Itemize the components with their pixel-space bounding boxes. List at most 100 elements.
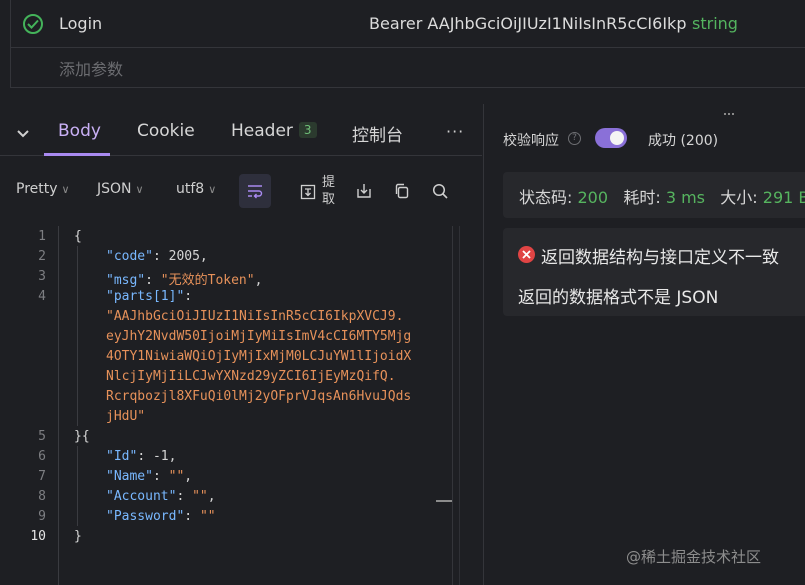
line-number: 3 [38,269,46,284]
response-body-panel: Body Cookie Header 3 控制台 ··· Pretty ∨ JSON… [0,104,482,585]
json-punct: , [254,273,263,288]
line-number: 2 [38,249,46,264]
params-table: Login Bearer AAJhbGciOiJIUzI1NiIsInR5cCI… [10,0,805,88]
tab-header[interactable]: Header 3 [231,121,317,141]
copy-icon[interactable] [394,183,410,203]
error-icon [518,246,535,263]
error-detail: 返回的数据格式不是 JSON [518,288,719,308]
help-icon[interactable]: ? [568,132,581,145]
json-punct: , [184,469,193,484]
code-line: Rcrqbozjl8XFuQi0lMj2yOFprVJqsAn6HvuJQds [106,389,412,404]
json-key: "code" [106,249,153,264]
indent-guide [77,446,78,526]
validation-error: 返回数据结构与接口定义不一致 返回的数据格式不是 JSON [503,228,805,316]
pretty-label: Pretty [16,181,58,197]
code-line: "AAJhbGciOiJIUzI1NiIsInR5cCI6IkpXVCJ9. [106,309,404,324]
scroll-position-marker [436,500,452,502]
extract-label: 提取 [322,175,336,207]
code-line: }{ [74,429,90,444]
error-title: 返回数据结构与接口定义不一致 [541,248,779,268]
line-number: 7 [38,469,46,484]
extract-icon [300,184,316,200]
tab-console[interactable]: 控制台 [352,121,403,146]
code-line: } [74,529,82,544]
json-key: "Name" [106,469,153,484]
wrap-icon [248,185,263,199]
tab-body[interactable]: Body [58,121,101,141]
gutter-divider [58,226,59,585]
line-number: 10 [30,529,46,544]
code-line: "Account": "", [106,489,216,504]
code-line: eyJhY2NvdW50IjoiMjIyMiIsImV4cCI6MTY5Mjg [106,329,412,344]
body-toolbar: Pretty ∨ JSON ∨ utf8 ∨ 提取 [0,156,482,226]
time-value: 3 ms [665,188,705,207]
status-code-value: 200 [577,188,609,207]
json-key: "Id" [106,449,138,464]
code-line: { [74,229,82,244]
json-punct: , [207,489,216,504]
add-param-placeholder[interactable]: 添加参数 [59,56,123,80]
code-editor[interactable]: 1 {2 "code": 2005, 3 "msg": "无效的Token", 4 "par… [0,226,460,585]
check-circle-icon[interactable] [23,14,43,34]
code-line: NlcjIyMjIiLCJwYXNzd29yZCI6IjEyMzQifQ. [106,369,396,384]
encoding-label: utf8 [176,181,205,197]
validate-response-label: 校验响应 [503,133,559,149]
param-type[interactable]: string [692,14,738,33]
param-key[interactable]: Login [59,14,102,33]
param-value[interactable]: Bearer AAJhbGciOiJIUzI1NiIsInR5cCI6Ikp [369,14,687,33]
format-label: JSON [97,181,132,197]
json-key: "Account" [106,489,177,504]
line-number: 6 [38,449,46,464]
json-value: "" [199,509,216,524]
json-key: "parts[1]" [106,289,185,304]
code-line: "msg": "无效的Token", [106,273,263,288]
download-icon[interactable] [356,183,372,203]
line-number: 8 [38,489,46,504]
line-number: 4 [38,289,46,304]
json-value: 2005, [168,249,208,264]
code-line: "Name": "", [106,469,193,484]
json-value: -1, [152,449,177,464]
tab-cookie[interactable]: Cookie [137,121,195,141]
encoding-select[interactable]: utf8 ∨ [176,181,216,197]
response-stats: 状态码: 200 耗时: 3 ms 大小: 291 B [503,172,805,218]
code-line: jHdU" [106,409,146,424]
size-value: 291 B [762,188,805,207]
status-code-label: 状态码: [519,188,573,207]
search-icon[interactable] [432,183,448,203]
code-line: "code": 2005, [106,249,208,264]
validation-status: 成功 (200) [648,133,719,149]
chevron-down-icon: ∨ [61,183,70,196]
validation-panel: 校验响应 ? 成功 (200) 状态码: 200 耗时: 3 ms 大小: 29… [483,104,805,585]
line-number: 5 [38,429,46,444]
vertical-scrollbar[interactable] [452,226,453,585]
more-icon[interactable]: ··· [446,122,464,141]
response-tabs: Body Cookie Header 3 控制台 ··· [0,104,482,156]
code-line: "Password": "" [106,509,216,524]
word-wrap-button[interactable] [239,174,271,208]
watermark: @稀土掘金技术社区 [626,548,762,566]
validate-toggle[interactable] [595,128,627,148]
pretty-select[interactable]: Pretty ∨ [16,181,70,197]
time-label: 耗时: [623,188,661,207]
param-row-login[interactable]: Login Bearer AAJhbGciOiJIUzI1NiIsInR5cCI… [11,0,805,48]
header-count-badge: 3 [298,122,317,138]
json-value: "" [192,489,208,504]
line-number: 9 [38,509,46,524]
chevron-down-icon[interactable] [16,124,30,143]
json-key: "Password" [106,509,185,524]
chevron-down-icon: ∨ [135,183,144,196]
tab-header-label: Header [231,121,293,141]
json-value: "" [168,469,185,484]
extract-button[interactable]: 提取 [300,174,344,208]
json-value: "无效的Token" [160,273,255,288]
chevron-down-icon: ∨ [208,183,217,196]
size-label: 大小: [720,188,758,207]
code-line: "Id": -1, [106,449,177,464]
code-line: 4OTY1NiwiaWQiOjIyMjIxMjM0LCJuYW1lIjoidX [106,349,412,364]
line-number: 1 [38,229,46,244]
format-select[interactable]: JSON ∨ [97,181,144,197]
toggle-knob [610,131,624,145]
indent-guide [77,246,78,426]
code-line: "parts[1]": [106,289,200,304]
